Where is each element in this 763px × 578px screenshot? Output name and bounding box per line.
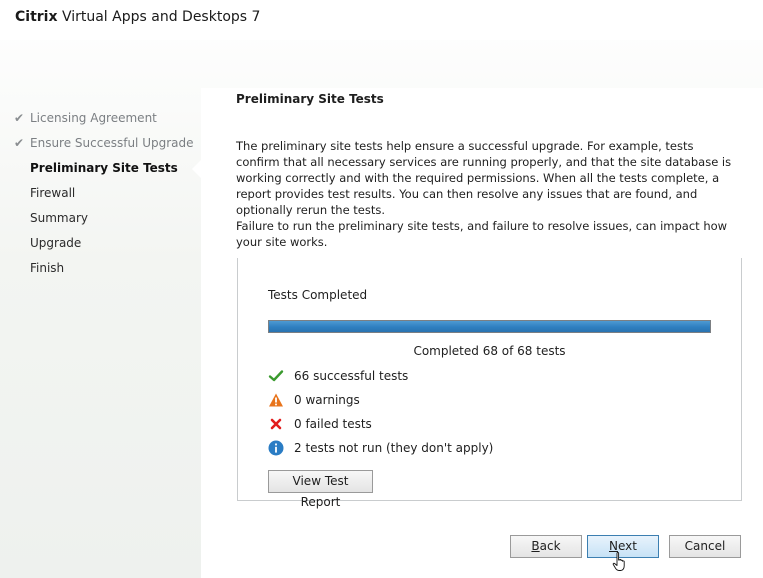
- step-preliminary-site-tests: Preliminary Site Tests: [0, 158, 200, 183]
- stat-label: 0 failed tests: [294, 417, 372, 431]
- stat-label: 66 successful tests: [294, 369, 409, 383]
- brand-name: Citrix: [15, 9, 58, 25]
- step-ensure-successful-upgrade: ✔ Ensure Successful Upgrade: [0, 133, 200, 158]
- step-firewall: Firewall: [0, 183, 200, 208]
- window-title: Citrix Virtual Apps and Desktops 7: [15, 9, 260, 25]
- mouse-cursor-icon: [612, 552, 625, 571]
- step-summary: Summary: [0, 208, 200, 233]
- progress-status: Completed 68 of 68 tests: [413, 344, 566, 358]
- view-test-report-button[interactable]: View Test Report: [268, 470, 373, 509]
- product-name: Virtual Apps and Desktops 7: [61, 9, 261, 25]
- step-label: Upgrade: [30, 236, 82, 250]
- test-results-box: Tests Completed Completed 68 of 68 tests…: [237, 258, 742, 509]
- info-icon: [268, 440, 284, 456]
- title-bar: Citrix Virtual Apps and Desktops 7: [0, 0, 763, 40]
- progress-bar-fill: [269, 321, 710, 332]
- error-x-icon: [270, 418, 282, 430]
- cancel-button[interactable]: Cancel: [669, 535, 741, 558]
- step-label: Firewall: [30, 186, 76, 200]
- step-label: Ensure Successful Upgrade: [30, 136, 194, 150]
- page-title: Preliminary Site Tests: [236, 92, 384, 106]
- step-upgrade: Upgrade: [0, 233, 200, 258]
- installer-window: Citrix Virtual Apps and Desktops 7 ✔ Lic…: [0, 0, 763, 578]
- checkmark-icon: ✔: [14, 111, 25, 125]
- step-finish: Finish: [0, 258, 200, 283]
- content-panel: Preliminary Site Tests The preliminary s…: [201, 88, 763, 578]
- step-label: Preliminary Site Tests: [30, 161, 178, 175]
- stat-label: 0 warnings: [294, 393, 360, 407]
- back-button[interactable]: Back: [510, 535, 582, 558]
- active-step-pointer: [192, 160, 201, 178]
- step-label: Licensing Agreement: [30, 111, 157, 125]
- stat-label: 2 tests not run (they don't apply): [294, 441, 494, 455]
- results-heading: Tests Completed: [268, 288, 368, 302]
- wizard-steps: ✔ Licensing Agreement ✔ Ensure Successfu…: [0, 108, 200, 283]
- next-label-rest: ext: [618, 539, 637, 553]
- warning-icon: [269, 393, 283, 407]
- next-accelerator: N: [609, 539, 618, 553]
- progress-bar: [268, 320, 711, 333]
- checkmark-icon: ✔: [14, 136, 25, 150]
- step-licensing-agreement: ✔ Licensing Agreement: [0, 108, 200, 133]
- step-label: Summary: [30, 211, 88, 225]
- description-text: The preliminary site tests help ensure a…: [236, 139, 732, 217]
- warning-text: Failure to run the preliminary site test…: [236, 219, 728, 249]
- back-label-rest: ack: [539, 539, 561, 553]
- step-label: Finish: [30, 261, 65, 275]
- checkmark-icon: [268, 370, 284, 382]
- back-accelerator: B: [531, 539, 540, 553]
